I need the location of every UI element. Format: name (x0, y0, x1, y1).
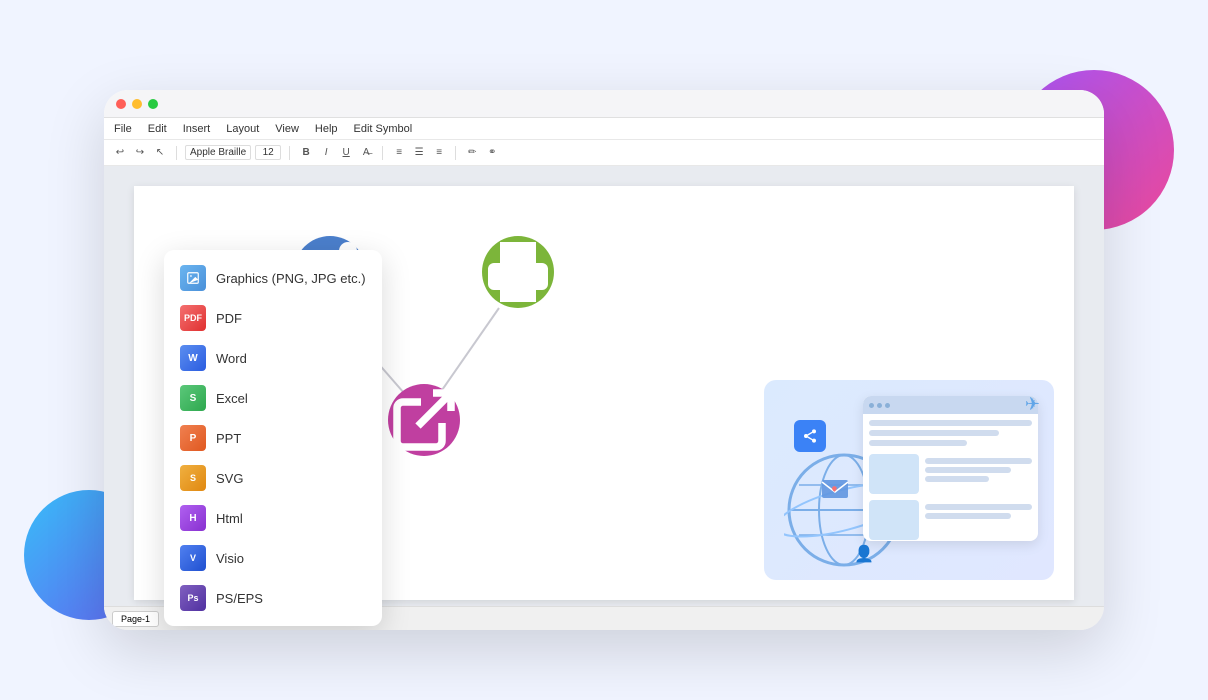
svg-label: SVG (216, 471, 243, 486)
font-size[interactable]: 12 (255, 145, 281, 160)
pdf-label: PDF (216, 311, 242, 326)
menu-edit[interactable]: Edit (148, 123, 167, 135)
menu-edit-symbol[interactable]: Edit Symbol (354, 123, 413, 135)
dropdown-item-word[interactable]: W Word (164, 338, 382, 378)
toolbar: ↩ ↪ ↖ Apple Braille 12 B I U A̶ ≡ ☰ ≡ ✏ … (104, 140, 1104, 166)
word-label: Word (216, 351, 247, 366)
excel-label: Excel (216, 391, 248, 406)
toolbar-divider-2 (289, 146, 290, 160)
align-right-button[interactable]: ≡ (431, 145, 447, 161)
underline-button[interactable]: U (338, 145, 354, 161)
toolbar-divider-1 (176, 146, 177, 160)
dropdown-item-html[interactable]: H Html (164, 498, 382, 538)
menu-bar: File Edit Insert Layout View Help Edit S… (104, 118, 1104, 140)
toolbar-divider-3 (382, 146, 383, 160)
align-center-button[interactable]: ☰ (411, 145, 427, 161)
menu-help[interactable]: Help (315, 123, 338, 135)
font-selector[interactable]: Apple Braille (185, 145, 251, 160)
dropdown-item-ppt[interactable]: P PPT (164, 418, 382, 458)
browser-line-5 (925, 467, 1011, 473)
browser-line-6 (925, 476, 989, 482)
excel-icon: S (180, 385, 206, 411)
print-node[interactable] (482, 236, 554, 308)
minimize-button[interactable] (132, 99, 142, 109)
menu-insert[interactable]: Insert (183, 123, 211, 135)
person-icon: 👤 (854, 544, 874, 564)
browser-dot-1 (869, 403, 874, 408)
html-label: Html (216, 511, 243, 526)
browser-line-7 (925, 504, 1032, 510)
browser-window-mock (863, 396, 1038, 541)
dropdown-item-visio[interactable]: V Visio (164, 538, 382, 578)
html-icon: H (180, 505, 206, 531)
graphics-label: Graphics (PNG, JPG etc.) (216, 271, 366, 286)
word-icon: W (180, 345, 206, 371)
outer-container: File Edit Insert Layout View Help Edit S… (54, 40, 1154, 660)
right-panel-illustration: ✈ 👤 (764, 380, 1054, 580)
pdf-icon: PDF (180, 305, 206, 331)
ps-label: PS/EPS (216, 591, 263, 606)
browser-content (863, 414, 1038, 541)
pen-tool[interactable]: ✏ (464, 145, 480, 161)
bold-button[interactable]: B (298, 145, 314, 161)
plane-icon: ✈ (1025, 394, 1040, 415)
menu-file[interactable]: File (114, 123, 132, 135)
close-button[interactable] (116, 99, 126, 109)
menu-layout[interactable]: Layout (226, 123, 259, 135)
visio-icon: V (180, 545, 206, 571)
svg-icon: S (180, 465, 206, 491)
browser-title-bar (863, 396, 1038, 414)
ppt-icon: P (180, 425, 206, 451)
dropdown-item-excel[interactable]: S Excel (164, 378, 382, 418)
title-bar (104, 90, 1104, 118)
ps-icon: Ps (180, 585, 206, 611)
strikethrough-button[interactable]: A̶ (358, 145, 374, 161)
visio-label: Visio (216, 551, 244, 566)
ppt-label: PPT (216, 431, 241, 446)
browser-line-4 (925, 458, 1032, 464)
graphics-icon (180, 265, 206, 291)
italic-button[interactable]: I (318, 145, 334, 161)
maximize-button[interactable] (148, 99, 158, 109)
export-node[interactable] (388, 384, 460, 456)
browser-dot-2 (877, 403, 882, 408)
dropdown-item-graphics[interactable]: Graphics (PNG, JPG etc.) (164, 258, 382, 298)
undo-button[interactable]: ↩ (112, 145, 128, 161)
pointer-tool[interactable]: ↖ (152, 145, 168, 161)
menu-view[interactable]: View (275, 123, 299, 135)
toolbar-divider-4 (455, 146, 456, 160)
browser-line-1 (869, 420, 1032, 426)
dropdown-item-ps[interactable]: Ps PS/EPS (164, 578, 382, 618)
browser-line-8 (925, 513, 1011, 519)
dropdown-item-svg[interactable]: S SVG (164, 458, 382, 498)
redo-button[interactable]: ↪ (132, 145, 148, 161)
browser-dot-3 (885, 403, 890, 408)
align-left-button[interactable]: ≡ (391, 145, 407, 161)
browser-line-2 (869, 430, 999, 436)
dropdown-item-pdf[interactable]: PDF PDF (164, 298, 382, 338)
browser-line-3 (869, 440, 967, 446)
export-dropdown-menu: Graphics (PNG, JPG etc.) PDF PDF W Word … (164, 250, 382, 626)
link-tool[interactable]: ⚭ (484, 145, 500, 161)
device-frame: File Edit Insert Layout View Help Edit S… (104, 90, 1104, 630)
page-tab[interactable]: Page-1 (112, 611, 159, 627)
